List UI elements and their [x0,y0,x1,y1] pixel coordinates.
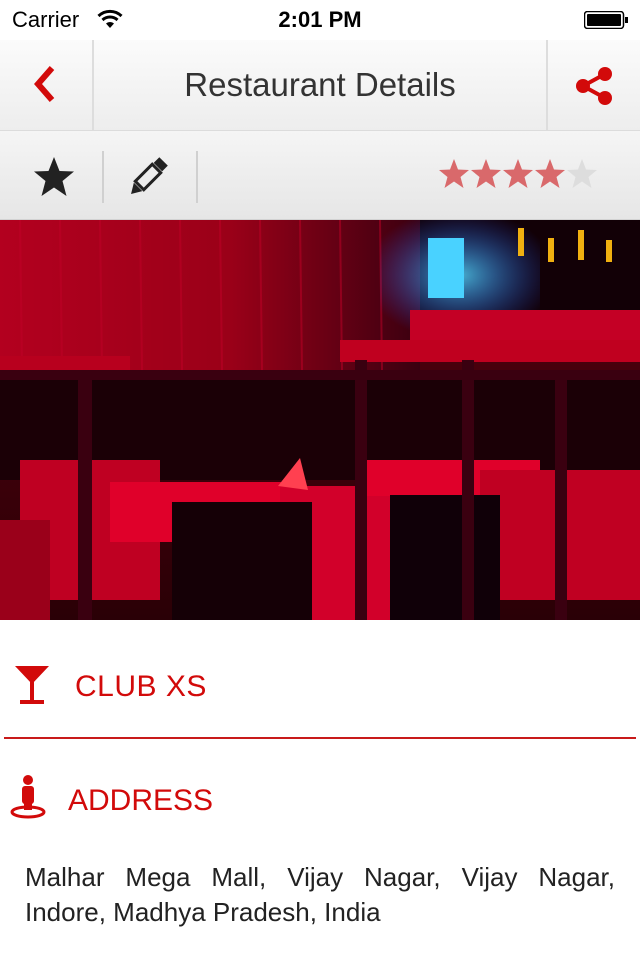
rating-star-filled-icon [471,159,501,188]
rating-star-filled-icon [439,159,469,188]
section-divider [4,737,636,739]
page-title: Restaurant Details [184,66,456,103]
toolbar-divider [102,151,104,203]
back-button[interactable] [0,40,94,130]
restaurant-name-row: CLUB XS [0,630,640,740]
share-button[interactable] [546,40,640,130]
share-icon [576,67,612,105]
rating-star-filled-icon [535,159,565,188]
address-label: ADDRESS [68,784,214,817]
address-text: Malhar Mega Mall, Vijay Nagar, Vijay Nag… [25,862,615,927]
chevron-left-icon [34,66,55,102]
battery-icon [584,11,628,29]
status-bar: Carrier 2:01 PM [0,0,640,40]
pencil-icon [131,157,168,194]
status-time: 2:01 PM [278,7,362,32]
cocktail-glass-icon [15,666,49,704]
address-header-row: ADDRESS [0,740,640,840]
action-toolbar [0,131,640,220]
location-person-icon [10,775,46,819]
rating-star-empty-icon [567,159,597,188]
edit-button[interactable] [122,151,174,203]
restaurant-photo [0,220,640,620]
toolbar-divider [196,151,198,203]
favorite-button[interactable] [28,151,80,203]
rating-star-filled-icon [503,159,533,188]
restaurant-name: CLUB XS [75,670,207,703]
star-icon [34,157,74,196]
star-rating [438,157,598,193]
navigation-bar: Restaurant Details [0,40,640,131]
